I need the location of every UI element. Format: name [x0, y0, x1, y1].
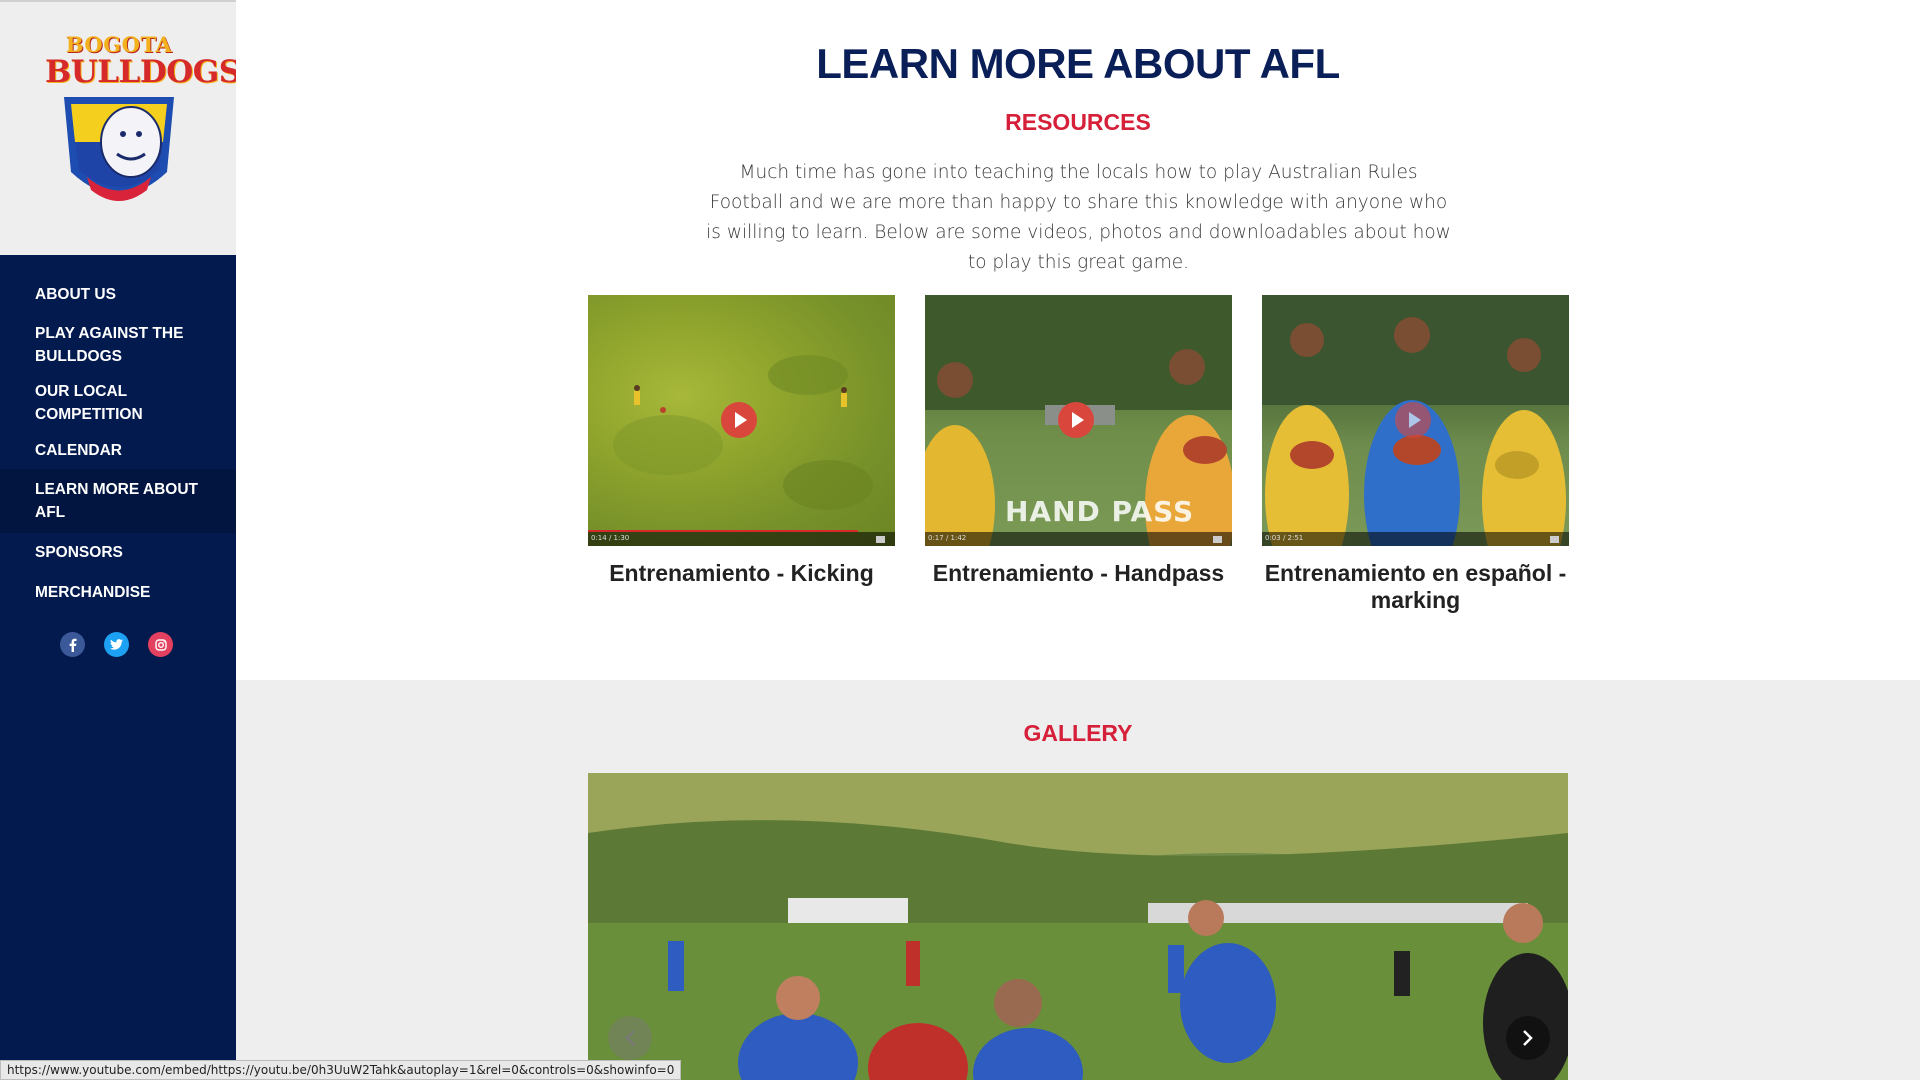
- gallery-next-button[interactable]: [1506, 1016, 1550, 1060]
- nav-local-competition[interactable]: OUR LOCAL COMPETITION: [0, 375, 236, 431]
- nav-play-against[interactable]: PLAY AGAINST THE BULLDOGS: [0, 317, 236, 373]
- gallery-section: GALLERY: [236, 680, 1920, 1080]
- instagram-icon[interactable]: [148, 632, 173, 657]
- play-button[interactable]: [1395, 402, 1431, 438]
- status-bar-url: https://www.youtube.com/embed/https://yo…: [0, 1060, 682, 1080]
- resources-heading: RESOURCES: [1005, 109, 1151, 135]
- nav-label: PLAY AGAINST THE BULLDOGS: [35, 325, 184, 365]
- main-content: LEARN MORE ABOUT AFL RESOURCES Much time…: [236, 0, 1920, 1080]
- video-card-marking[interactable]: 0:03 / 2:51 Entrenamiento en español - m…: [1262, 295, 1569, 614]
- main-nav: ABOUT US PLAY AGAINST THE BULLDOGS OUR L…: [0, 277, 236, 609]
- page-title: LEARN MORE ABOUT AFL: [816, 40, 1340, 87]
- video-thumbnail[interactable]: 0:03 / 2:51: [1262, 295, 1569, 546]
- play-button[interactable]: [721, 402, 757, 438]
- bogota-bulldogs-logo[interactable]: BOGOTA BULLDOGS: [45, 32, 241, 222]
- gallery-heading: GALLERY: [1023, 720, 1133, 746]
- nav-merchandise[interactable]: MERCHANDISE: [0, 575, 236, 609]
- nav-learn-more-afl[interactable]: LEARN MORE ABOUT AFL: [0, 469, 236, 533]
- video-thumbnail[interactable]: 0:14 / 1:30: [588, 295, 895, 546]
- gallery-prev-button[interactable]: [608, 1016, 652, 1060]
- video-controls-bar: 0:03 / 2:51: [1262, 532, 1569, 546]
- bulldog-shield-icon: [64, 97, 174, 201]
- captions-icon[interactable]: [1213, 536, 1222, 543]
- video-time: 0:03 / 2:51: [1265, 534, 1304, 542]
- sidebar: BOGOTA BULLDOGS ABOUT US PLAY AGAINST TH…: [0, 0, 241, 1080]
- play-button[interactable]: [1058, 402, 1094, 438]
- nav-label: LEARN MORE ABOUT AFL: [35, 481, 199, 521]
- video-time: 0:14 / 1:30: [591, 534, 630, 542]
- intro-text: Much time has gone into teaching the loc…: [706, 162, 1451, 273]
- chevron-right-icon: [1523, 1030, 1533, 1046]
- chevron-left-icon: [625, 1030, 635, 1046]
- video-title[interactable]: Entrenamiento - Handpass: [925, 560, 1232, 587]
- nav-label: MERCHANDISE: [35, 583, 151, 601]
- video-card-kicking[interactable]: 0:14 / 1:30 Entrenamiento - Kicking: [588, 295, 895, 587]
- logo-area: BOGOTA BULLDOGS: [0, 0, 241, 255]
- video-overlay-text: HAND PASS: [1005, 495, 1195, 528]
- video-controls-bar: 0:14 / 1:30: [588, 532, 895, 546]
- facebook-icon[interactable]: [60, 632, 85, 657]
- gallery-photo: [588, 773, 1568, 1080]
- video-time: 0:17 / 1:42: [928, 534, 967, 542]
- video-card-handpass[interactable]: HAND PASS 0:17 / 1:42 Entrenamiento - Ha…: [925, 295, 1232, 587]
- nav-sponsors[interactable]: SPONSORS: [0, 535, 236, 569]
- video-thumbnail[interactable]: HAND PASS 0:17 / 1:42: [925, 295, 1232, 546]
- nav-label: OUR LOCAL COMPETITION: [35, 383, 143, 423]
- social-links: [60, 632, 173, 657]
- video-title[interactable]: Entrenamiento - Kicking: [588, 560, 895, 587]
- video-title[interactable]: Entrenamiento en español - marking: [1262, 560, 1569, 614]
- nav-calendar[interactable]: CALENDAR: [0, 433, 236, 467]
- captions-icon[interactable]: [1550, 536, 1559, 543]
- video-controls-bar: 0:17 / 1:42: [925, 532, 1232, 546]
- nav-label: ABOUT US: [35, 285, 116, 303]
- nav-about-us[interactable]: ABOUT US: [0, 277, 236, 311]
- nav-label: CALENDAR: [35, 441, 122, 459]
- logo-line-2: BULLDOGS: [45, 54, 241, 90]
- captions-icon[interactable]: [876, 536, 885, 543]
- gallery-slider[interactable]: [588, 773, 1568, 1080]
- nav-label: SPONSORS: [35, 543, 123, 561]
- resources-section: LEARN MORE ABOUT AFL RESOURCES Much time…: [236, 0, 1920, 680]
- twitter-icon[interactable]: [104, 632, 129, 657]
